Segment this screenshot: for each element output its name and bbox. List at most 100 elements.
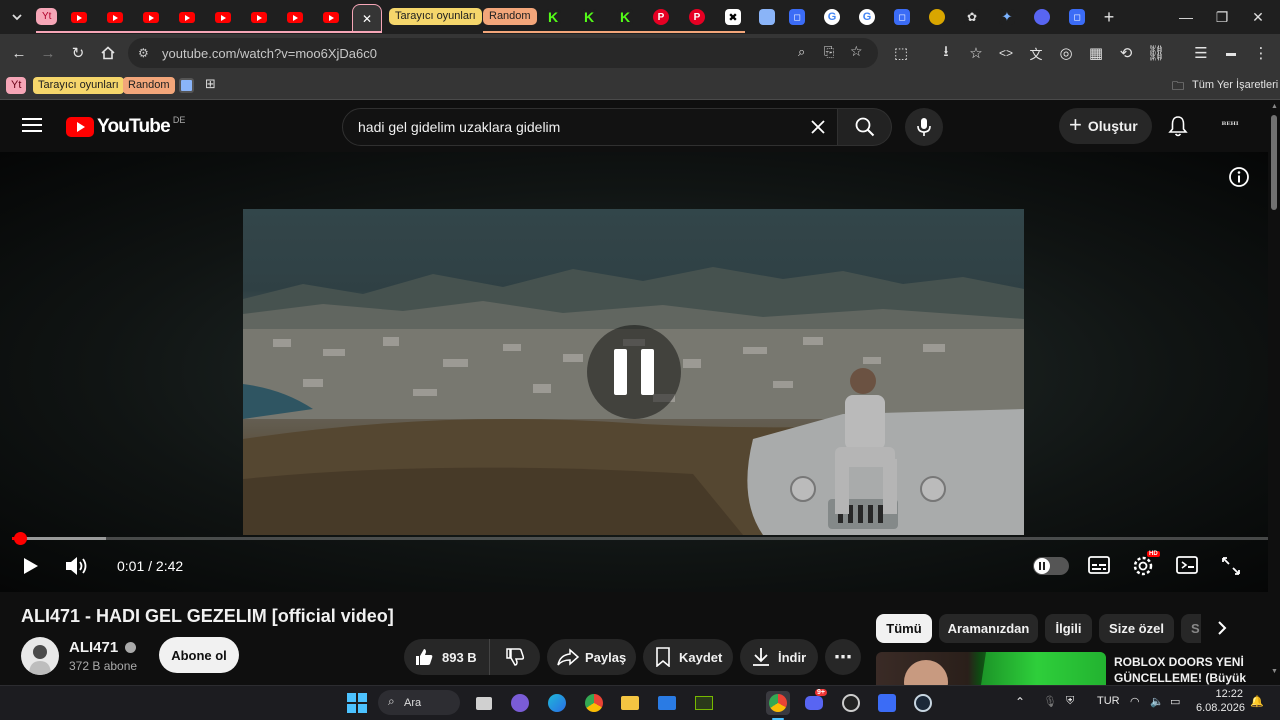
- translate-icon[interactable]: 文: [1025, 42, 1047, 64]
- tab-x-site[interactable]: ✖: [721, 6, 745, 28]
- progress-scrubber-handle[interactable]: [13, 532, 27, 545]
- subtitles-button[interactable]: [1088, 556, 1110, 574]
- info-icon[interactable]: [1228, 166, 1250, 188]
- obs-icon[interactable]: [840, 692, 862, 714]
- speaker-icon[interactable]: 🔈: [1150, 695, 1164, 708]
- zoom-icon[interactable]: ⌕: [798, 44, 805, 60]
- taskbar-search-box[interactable]: ⌕ Ara: [378, 690, 460, 715]
- clear-search-icon[interactable]: [809, 118, 827, 136]
- page-scrollbar[interactable]: ▲ ▼: [1268, 100, 1280, 685]
- play-button[interactable]: [20, 556, 40, 576]
- profile-icon[interactable]: ▬: [1220, 42, 1242, 64]
- clock-time[interactable]: 12:22: [1201, 688, 1243, 700]
- favorites-star-icon[interactable]: ☆: [965, 42, 987, 64]
- tab-youtube-4[interactable]: [172, 6, 202, 28]
- tab-youtube-8[interactable]: [316, 6, 346, 28]
- tab-discord[interactable]: [1030, 6, 1054, 28]
- tab-google-2[interactable]: G: [855, 6, 879, 28]
- url-text[interactable]: youtube.com/watch?v=moo6XjDa6c0: [162, 46, 377, 61]
- back-arrow-icon[interactable]: ←: [8, 42, 30, 64]
- scrollbar-thumb[interactable]: [1271, 115, 1277, 210]
- all-bookmarks-link[interactable]: Tüm Yer İşaretleri: [1192, 79, 1278, 91]
- like-button[interactable]: 893 B: [404, 639, 490, 675]
- tab-kick-1[interactable]: K: [541, 6, 565, 28]
- notification-center-icon[interactable]: 🔔: [1250, 695, 1264, 708]
- account-avatar[interactable]: ᴮᴱᴴᴵ: [1214, 113, 1246, 139]
- screenshot-icon[interactable]: ◎: [1055, 42, 1077, 64]
- minimize-icon[interactable]: —: [1168, 0, 1204, 34]
- home-icon[interactable]: [97, 42, 119, 64]
- apps-grid-icon[interactable]: ⊞: [205, 76, 216, 92]
- search-input[interactable]: hadi gel gidelim uzaklara gidelim: [342, 108, 838, 146]
- close-window-icon[interactable]: ✕: [1240, 0, 1276, 34]
- reload-icon[interactable]: ↻: [67, 42, 89, 64]
- steam-icon[interactable]: [912, 692, 934, 714]
- volume-button[interactable]: [64, 555, 90, 577]
- tab-active[interactable]: ✕: [352, 4, 382, 32]
- edge-browser-icon[interactable]: [546, 692, 568, 714]
- chip-for-you[interactable]: Size özel: [1099, 614, 1174, 643]
- chip-partial[interactable]: S: [1181, 614, 1201, 643]
- new-tab-plus-icon[interactable]: +: [1098, 6, 1120, 28]
- install-app-icon[interactable]: ⎘: [824, 44, 834, 60]
- tab-group-random[interactable]: Random: [483, 8, 537, 25]
- tab-group-yt[interactable]: Yt: [36, 8, 58, 25]
- tab-search-chevron-icon[interactable]: [6, 6, 28, 28]
- tab-youtube-6[interactable]: [244, 6, 274, 28]
- chrome-active-icon[interactable]: [766, 691, 790, 715]
- wifi-icon[interactable]: ◠: [1130, 695, 1140, 708]
- clock-date[interactable]: 6.08.2026: [1196, 702, 1245, 714]
- tab-youtube-2[interactable]: [100, 6, 130, 28]
- tab-youtube-1[interactable]: [64, 6, 94, 28]
- tab-kick-3[interactable]: K: [613, 6, 637, 28]
- tab-gemini[interactable]: ✦: [995, 6, 1019, 28]
- tab-pinterest-1[interactable]: P: [649, 6, 673, 28]
- tab-blank[interactable]: [757, 6, 777, 28]
- tab-youtube-7[interactable]: [280, 6, 310, 28]
- scroll-up-icon[interactable]: ▲: [1271, 103, 1278, 110]
- input-language[interactable]: TUR: [1097, 695, 1120, 707]
- scroll-down-icon[interactable]: ▼: [1271, 668, 1278, 675]
- history-icon[interactable]: ⟲: [1115, 42, 1137, 64]
- tab-pinterest-2[interactable]: P: [685, 6, 709, 28]
- discord-taskbar-icon[interactable]: 9+: [803, 689, 827, 714]
- bookmark-blank-icon[interactable]: [179, 78, 194, 93]
- chip-all[interactable]: Tümü: [876, 614, 932, 643]
- recommendation-thumbnail[interactable]: [876, 652, 1106, 685]
- tab-group-browser-games[interactable]: Tarayıcı oyunları: [389, 8, 482, 25]
- tab-layout-icon[interactable]: ▦: [1085, 42, 1107, 64]
- video-player[interactable]: 0:01 / 2:42 HD: [0, 152, 1280, 592]
- create-button[interactable]: + Oluştur: [1059, 108, 1152, 144]
- chip-from-search[interactable]: Aramanızdan: [939, 614, 1038, 643]
- file-explorer-icon[interactable]: [619, 692, 641, 714]
- chrome-icon[interactable]: [583, 692, 605, 714]
- mail-app-icon[interactable]: [656, 692, 678, 714]
- chips-next-chevron-icon[interactable]: [1212, 618, 1232, 638]
- share-button[interactable]: Paylaş: [547, 639, 636, 675]
- pause-indicator[interactable]: [587, 325, 681, 419]
- tab-roblox-2[interactable]: ◻: [890, 6, 914, 28]
- settings-button[interactable]: HD: [1132, 551, 1160, 577]
- youtube-logo[interactable]: YouTube DE: [66, 115, 185, 138]
- autoplay-toggle[interactable]: [1033, 557, 1069, 575]
- search-query-text[interactable]: hadi gel gidelim uzaklara gidelim: [358, 119, 560, 135]
- channel-avatar[interactable]: [21, 637, 59, 675]
- dislike-button[interactable]: [490, 639, 540, 675]
- tab-youtube-3[interactable]: [136, 6, 166, 28]
- miniplayer-button[interactable]: [1176, 556, 1198, 574]
- save-button[interactable]: Kaydet: [643, 639, 733, 675]
- devtools-icon[interactable]: <>: [995, 42, 1017, 64]
- chip-related[interactable]: İlgili: [1045, 614, 1092, 643]
- notifications-bell-icon[interactable]: [1168, 115, 1188, 137]
- download-button[interactable]: İndir: [740, 639, 818, 675]
- hamburger-menu-icon[interactable]: [22, 117, 42, 133]
- tab-google-1[interactable]: G: [820, 6, 844, 28]
- restore-icon[interactable]: ❐: [1204, 0, 1240, 34]
- tray-chevron-icon[interactable]: ⌃: [1015, 695, 1025, 709]
- channel-name[interactable]: ALI471: [69, 639, 137, 656]
- reading-list-icon[interactable]: ☰: [1190, 42, 1212, 64]
- tab-kick-2[interactable]: K: [577, 6, 601, 28]
- search-button[interactable]: [838, 108, 892, 146]
- progress-bar[interactable]: [12, 537, 1268, 540]
- tab-roblox-1[interactable]: ◻: [785, 6, 809, 28]
